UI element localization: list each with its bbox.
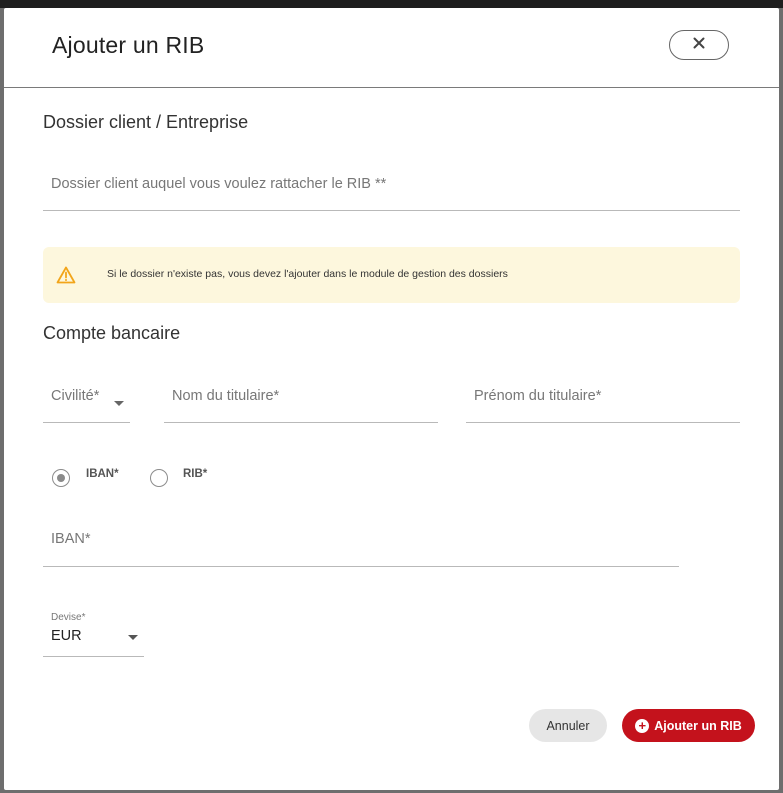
close-button[interactable] xyxy=(669,30,729,60)
cancel-button[interactable]: Annuler xyxy=(529,709,607,742)
holder-lastname-label: Nom du titulaire* xyxy=(172,388,280,404)
plus-circle-icon: + xyxy=(635,718,650,733)
iban-placeholder: IBAN* xyxy=(51,531,91,547)
client-folder-input[interactable]: Dossier client auquel vous voulez rattac… xyxy=(43,166,740,211)
alert-text: Si le dossier n'existe pas, vous devez l… xyxy=(107,268,508,280)
info-alert: Si le dossier n'existe pas, vous devez l… xyxy=(43,247,740,303)
holder-lastname-input[interactable]: Nom du titulaire* xyxy=(164,380,438,423)
cancel-button-label: Annuler xyxy=(546,718,590,733)
iban-radio-label[interactable]: IBAN* xyxy=(86,468,119,480)
rib-radio[interactable] xyxy=(150,469,168,487)
bank-account-section-title: Compte bancaire xyxy=(43,323,181,343)
add-rib-button[interactable]: + Ajouter un RIB xyxy=(622,709,755,742)
dialog-header: Ajouter un RIB xyxy=(4,8,779,88)
holder-firstname-input[interactable]: Prénom du titulaire* xyxy=(466,380,740,423)
chevron-down-icon xyxy=(128,628,138,646)
iban-radio[interactable] xyxy=(52,469,70,487)
client-folder-placeholder: Dossier client auquel vous voulez rattac… xyxy=(51,176,387,192)
warning-icon xyxy=(56,266,76,289)
currency-label: Devise* xyxy=(51,612,86,623)
radio-selected-dot xyxy=(56,473,65,482)
dossier-section-title: Dossier client / Entreprise xyxy=(43,112,249,132)
civility-select[interactable]: Civilité* xyxy=(43,380,130,423)
holder-firstname-label: Prénom du titulaire* xyxy=(474,388,602,404)
civility-label: Civilité* xyxy=(51,388,100,404)
currency-value: EUR xyxy=(51,628,82,644)
dialog-title: Ajouter un RIB xyxy=(52,32,205,58)
currency-select[interactable]: Devise* EUR xyxy=(43,608,144,657)
chevron-down-icon xyxy=(114,394,124,412)
close-icon xyxy=(693,36,705,54)
add-rib-button-label: Ajouter un RIB xyxy=(654,718,742,733)
rib-radio-label[interactable]: RIB* xyxy=(183,468,207,480)
backdrop xyxy=(0,0,783,8)
add-rib-dialog: Ajouter un RIB Dossier client / Entrepri… xyxy=(4,8,779,790)
iban-input[interactable]: IBAN* xyxy=(43,523,679,567)
